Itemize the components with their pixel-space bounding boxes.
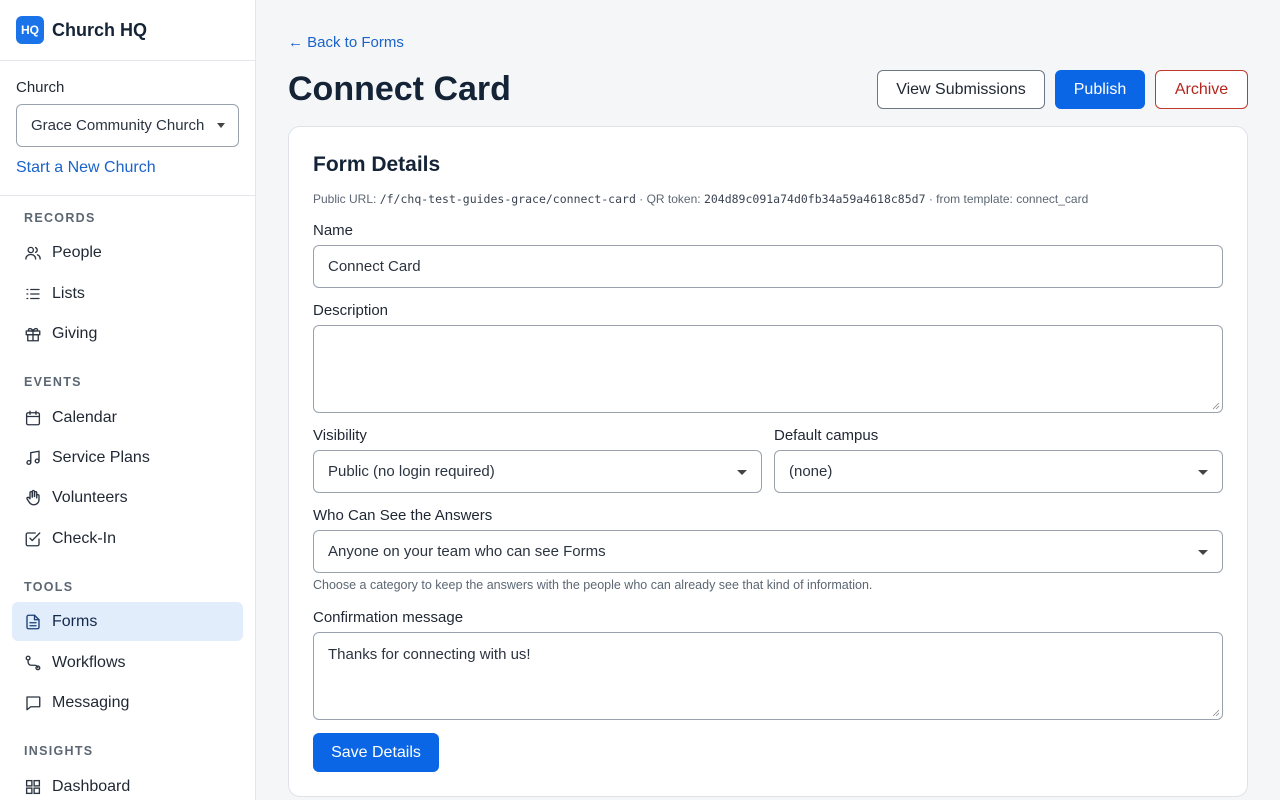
main-content: ← Back to Forms Connect Card View Submis…	[256, 0, 1280, 800]
list-icon	[26, 288, 40, 299]
sidebar-item-label: Volunteers	[52, 488, 128, 506]
nav-section-events: EVENTS	[24, 375, 82, 389]
chevron-down-icon	[1198, 550, 1208, 555]
people-icon	[25, 246, 41, 260]
sidebar-item-label: Forms	[52, 612, 98, 630]
nav-section-records: RECORDS	[24, 211, 96, 225]
music-note-icon	[26, 449, 40, 465]
confirmation-message-label: Confirmation message	[313, 609, 464, 626]
name-input[interactable]: Connect Card	[313, 245, 1223, 288]
answers-visibility-label: Who Can See the Answers	[313, 507, 493, 524]
sidebar-item-label: Workflows	[52, 653, 126, 671]
qr-token-label: · QR token:	[639, 192, 701, 206]
sidebar-item-giving[interactable]: Giving	[12, 314, 243, 353]
default-campus-value: (none)	[789, 463, 833, 480]
sidebar-item-workflows[interactable]: Workflows	[12, 643, 243, 682]
sidebar-item-messaging[interactable]: Messaging	[12, 683, 243, 722]
description-label: Description	[313, 302, 389, 319]
chevron-down-icon	[737, 470, 747, 475]
sidebar-item-service-plans[interactable]: Service Plans	[12, 438, 243, 477]
sidebar-item-dashboard[interactable]: Dashboard	[12, 767, 243, 800]
gift-icon	[25, 327, 41, 341]
visibility-select[interactable]: Public (no login required)	[313, 450, 762, 493]
sidebar-item-label: Giving	[52, 324, 98, 342]
chevron-down-icon	[1198, 470, 1208, 475]
back-to-forms-link[interactable]: ← Back to Forms	[288, 34, 404, 51]
resize-handle-icon[interactable]	[1212, 402, 1220, 410]
start-new-church-link[interactable]: Start a New Church	[16, 159, 239, 177]
answers-visibility-select[interactable]: Anyone on your team who can see Forms	[313, 530, 1223, 573]
document-icon	[26, 614, 40, 629]
sidebar-item-label: Calendar	[52, 408, 117, 426]
chevron-down-icon	[217, 123, 225, 128]
sidebar-item-people[interactable]: People	[12, 233, 243, 272]
church-label: Church	[16, 79, 65, 96]
answers-visibility-hint: Choose a category to keep the answers wi…	[313, 578, 873, 592]
nav-section-tools: TOOLS	[24, 580, 74, 594]
sidebar-item-check-in[interactable]: Check-In	[12, 519, 243, 558]
sidebar-item-label: Dashboard	[52, 777, 131, 795]
nav-section-insights: INSIGHTS	[24, 744, 94, 758]
church-select-value: Grace Community Church	[31, 117, 205, 134]
dashboard-icon	[25, 779, 41, 794]
visibility-value: Public (no login required)	[328, 463, 495, 480]
confirmation-message-value: Thanks for connecting with us!	[328, 646, 531, 663]
answers-visibility-value: Anyone on your team who can see Forms	[328, 543, 606, 560]
page-title: Connect Card	[288, 70, 511, 108]
sidebar-item-volunteers[interactable]: Volunteers	[12, 478, 243, 517]
resize-handle-icon[interactable]	[1212, 709, 1220, 717]
name-label: Name	[313, 222, 354, 239]
sidebar-item-calendar[interactable]: Calendar	[12, 398, 243, 437]
hand-icon	[26, 489, 40, 505]
default-campus-label: Default campus	[774, 427, 879, 444]
sidebar: HQ Church HQ Church Grace Community Chur…	[0, 0, 256, 800]
message-icon	[26, 695, 41, 710]
form-meta: Public URL: /f/chq-test-guides-grace/con…	[313, 192, 1088, 206]
sidebar-item-label: Messaging	[52, 693, 130, 711]
sidebar-item-lists[interactable]: Lists	[12, 274, 243, 313]
sidebar-item-label: Service Plans	[52, 448, 150, 466]
visibility-label: Visibility	[313, 427, 367, 444]
sidebar-item-label: Check-In	[52, 529, 117, 547]
default-campus-select[interactable]: (none)	[774, 450, 1223, 493]
description-textarea[interactable]	[313, 325, 1223, 413]
sidebar-item-label: Lists	[52, 284, 85, 302]
sidebar-item-forms[interactable]: Forms	[12, 602, 243, 641]
public-url-value: /f/chq-test-guides-grace/connect-card	[379, 192, 636, 206]
public-url-label: Public URL:	[313, 192, 377, 206]
card-title: Form Details	[313, 153, 441, 176]
qr-token-value: 204d89c091a74d0fb34a59a4618c85d7	[703, 192, 926, 206]
checkbox-icon	[25, 531, 41, 546]
workflow-icon	[25, 655, 41, 670]
template-info: · from template: connect_card	[928, 192, 1089, 206]
calendar-icon	[25, 410, 41, 425]
brand-logo: HQ	[16, 16, 44, 44]
publish-button[interactable]: Publish	[1055, 70, 1145, 109]
church-select[interactable]: Grace Community Church	[16, 104, 239, 147]
form-details-card: Form Details Public URL: /f/chq-test-gui…	[288, 126, 1248, 797]
archive-button[interactable]: Archive	[1155, 70, 1248, 109]
church-selector-block: Church Grace Community Church Start a Ne…	[0, 61, 255, 196]
app-name: Church HQ	[52, 19, 148, 40]
view-submissions-button[interactable]: View Submissions	[877, 70, 1045, 109]
brand[interactable]: HQ Church HQ	[0, 0, 255, 61]
sidebar-item-label: People	[52, 243, 102, 261]
confirmation-message-textarea[interactable]: Thanks for connecting with us!	[313, 632, 1223, 720]
save-details-button[interactable]: Save Details	[313, 733, 439, 772]
